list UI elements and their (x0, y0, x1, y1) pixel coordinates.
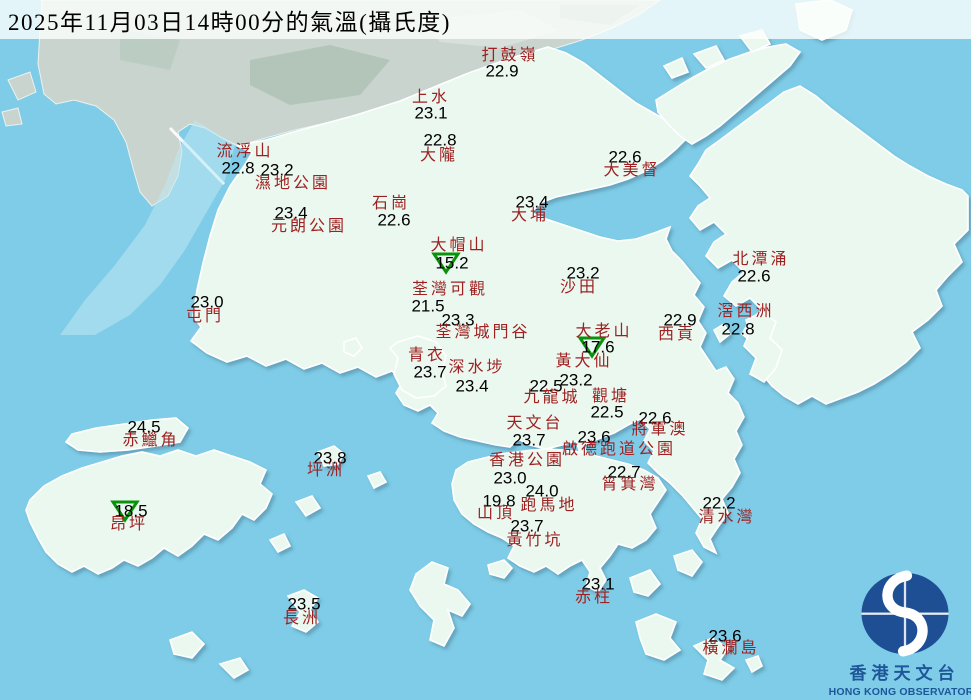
station-temperature-value: 22.6 (737, 266, 771, 286)
hko-emblem-icon (861, 570, 948, 657)
station-temperature-value: 21.5 (411, 296, 445, 316)
station-name-label: 屯門 (185, 308, 225, 325)
station-name-label: 滘西洲 (717, 303, 775, 320)
station-name-label: 西貢 (657, 326, 697, 343)
station-name-label: 北潭涌 (732, 251, 790, 268)
station-name-label: 天文台 (506, 415, 564, 432)
station-name-label: 清水灣 (698, 509, 756, 526)
station-temperature-value: 22.5 (590, 402, 624, 422)
hko-logo: 香港天文台 HONG KONG OBSERVATORY (829, 570, 971, 698)
station-temperature-value: 22.8 (221, 158, 255, 178)
stations-layer: 22.9 打鼓嶺 23.1 上水 22.8 大隴 22.8 流浮山 23.2 濕地公園 23.4 元朗… (0, 0, 971, 700)
station-name-label: 元朗公園 (270, 218, 348, 235)
station-name-label: 觀塘 (591, 388, 631, 405)
station-name-label: 深水埗 (448, 359, 506, 376)
station-name-label: 沙田 (559, 279, 599, 296)
station-temperature-value: 23.1 (414, 103, 448, 123)
station-temperature-value: 23.7 (512, 430, 546, 450)
station-name-label: 大老山 (575, 323, 633, 340)
station-name-label: 大隴 (419, 147, 459, 164)
station-temperature-value: 22.6 (377, 210, 411, 230)
station-name-label: 赤柱 (574, 589, 614, 606)
station-name-label: 香港公園 (488, 452, 566, 469)
station-name-label: 長洲 (282, 610, 322, 627)
station-name-label: 打鼓嶺 (481, 47, 539, 64)
station-temperature-value: 23.0 (493, 468, 527, 488)
station-name-label: 荃灣城門谷 (435, 324, 531, 341)
station-temperature-value: 15.2 (435, 253, 469, 273)
station-name-label: 流浮山 (216, 143, 274, 160)
hko-logo-english: HONG KONG OBSERVATORY (828, 686, 971, 698)
station-temperature-value: 22.8 (721, 319, 755, 339)
station-temperature-value: 23.7 (413, 362, 447, 382)
station-name-label: 黃大仙 (555, 353, 613, 370)
station-name-label: 青衣 (407, 347, 447, 364)
station-name-label: 大美督 (603, 162, 661, 179)
station-name-label: 將軍澳 (631, 421, 689, 438)
station-name-label: 筲箕灣 (601, 476, 659, 493)
hko-temperature-map: 2025年11月03日14時00分的氣溫(攝氏度) 22.9 打鼓嶺 23.1 上水 2… (0, 0, 971, 700)
station-temperature-value: 23.4 (455, 376, 489, 396)
station-name-label: 啟德跑道公園 (561, 441, 677, 458)
station-name-label: 九龍城 (523, 389, 581, 406)
station-name-label: 荃灣可觀 (411, 281, 489, 298)
station-name-label: 昂坪 (109, 516, 149, 533)
hko-logo-chinese: 香港天文台 (849, 664, 960, 683)
station-name-label: 石崗 (371, 195, 411, 212)
station-temperature-value: 23.2 (559, 370, 593, 390)
station-name-label: 黃竹坑 (506, 532, 564, 549)
station-temperature-value: 22.9 (485, 61, 519, 81)
station-name-label: 山頂 (476, 505, 516, 522)
station-name-label: 大帽山 (430, 237, 488, 254)
station-name-label: 上水 (411, 89, 451, 106)
station-name-label: 大埔 (510, 207, 550, 224)
station-name-label: 橫瀾島 (702, 640, 760, 657)
station-name-label: 濕地公園 (254, 175, 332, 192)
station-temperature-value: 22.8 (423, 130, 457, 150)
station-name-label: 坪洲 (306, 462, 346, 479)
station-name-label: 赤鱲角 (122, 432, 180, 449)
station-name-label: 跑馬地 (520, 497, 578, 514)
